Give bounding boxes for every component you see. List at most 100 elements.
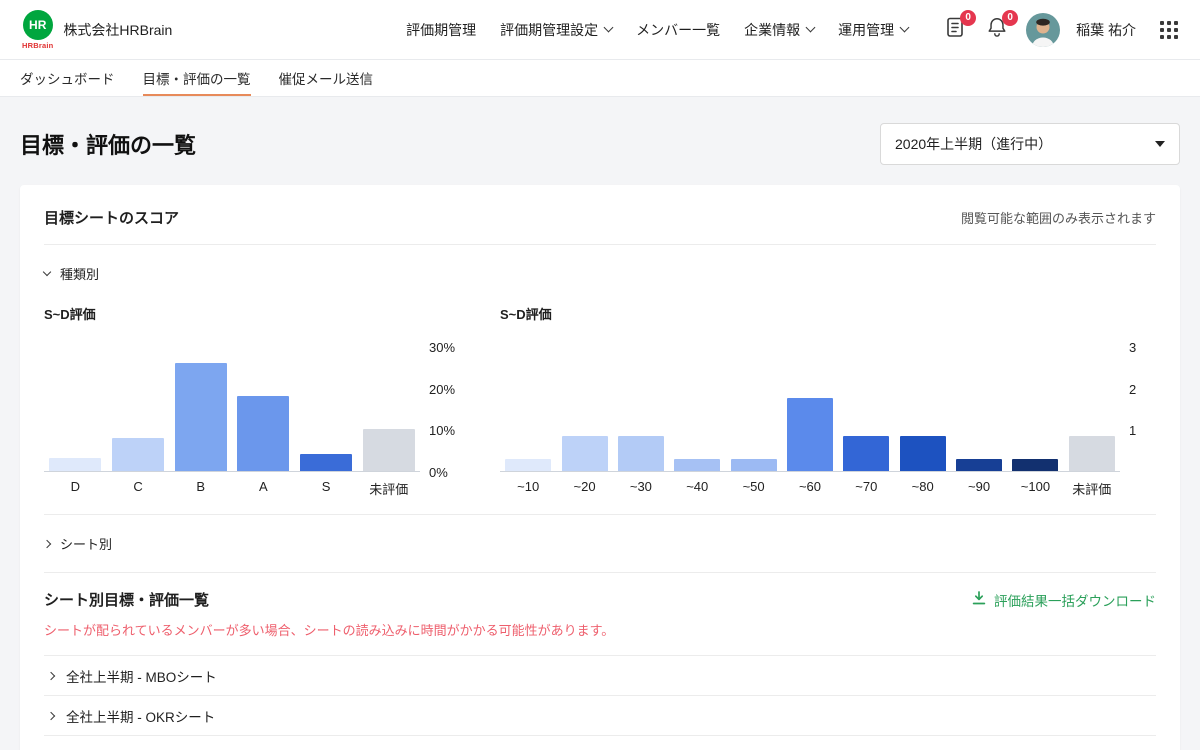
chevron-down-icon [899, 22, 910, 33]
chart-title: S~D評価 [44, 307, 96, 322]
download-link[interactable]: 評価結果一括ダウンロード [971, 590, 1156, 610]
main-nav-item[interactable]: 運用管理 [838, 20, 910, 40]
main-nav-item[interactable]: 評価期管理設定 [500, 20, 614, 40]
chevron-down-icon [42, 267, 52, 276]
chart-category-label: D [70, 479, 81, 494]
chart-plot [500, 347, 1120, 472]
charts-area: S~D評価 D C B A S 未評価 0% 10% 20% 30% S~D評価 ~10 ~20 ~30 ~4… [44, 304, 1156, 498]
bar-chart: S~D評価 ~10 ~20 ~30 ~40 ~50 ~60 ~70 ~80 ~90 ~100 未評価 1… [500, 304, 1156, 498]
by-type-toggle[interactable]: 種類別 [42, 261, 1156, 286]
tasks-button[interactable]: 0 [942, 9, 977, 43]
chart-ytick-label: 3 [1129, 340, 1137, 355]
chart-bar [1012, 459, 1059, 471]
avatar[interactable] [1026, 12, 1061, 47]
chart-ytick-label: 2 [1129, 381, 1137, 397]
chart-category-label: ~30 [629, 479, 652, 494]
chart-bar [300, 454, 353, 471]
chart-bar [730, 459, 777, 471]
chevron-right-icon [46, 671, 56, 680]
user-name: 稲葉 祐介 [1076, 21, 1136, 38]
chart-bar [899, 436, 946, 471]
notifications-badge: 0 [1002, 9, 1019, 26]
chart-bar [174, 363, 227, 471]
chart-category-label: ~50 [742, 479, 765, 494]
score-card: 目標シートのスコア 閲覧可能な範囲のみ表示されます 種類別 S~D評価 D C B A S… [20, 185, 1180, 750]
subnav-item[interactable]: ダッシュボード [20, 60, 115, 96]
chart-category-label: ~20 [573, 479, 596, 494]
chart-bar [843, 436, 890, 471]
divider [44, 572, 1156, 573]
main-nav-item-label: 評価期管理 [406, 21, 477, 38]
sheet-list-title: シート別目標・評価一覧 [44, 592, 210, 609]
chart-category-label: ~10 [517, 479, 540, 494]
main-nav-item[interactable]: 企業情報 [744, 20, 816, 40]
main-nav: 評価期管理 評価期管理設定 メンバー一覧 企業情報 運用管理 [406, 20, 910, 40]
bar-chart: S~D評価 D C B A S 未評価 0% 10% 20% 30% [44, 304, 456, 498]
chart-y-axis: 0% 10% 20% 30% [420, 340, 456, 480]
chart-ytick-label: 0% [429, 465, 448, 480]
sheet-row-label: 全社上半期 - MBOシート [66, 669, 217, 685]
chart-bar [1068, 436, 1115, 471]
sheet-row[interactable]: 全社上半期 - OKRシート [44, 695, 1156, 735]
hrbrain-logo[interactable]: HR HRBrain [22, 9, 54, 50]
chart-plot [44, 347, 420, 472]
header-right: 0 0 稲葉 祐介 [942, 9, 1178, 47]
chevron-right-icon [42, 539, 52, 548]
by-type-label: 種類別 [60, 267, 100, 282]
apps-grid-icon[interactable] [1160, 20, 1178, 39]
chart-y-axis: 1 2 3 [1120, 340, 1156, 472]
by-sheet-label: シート別 [60, 537, 113, 552]
chart-bar [617, 436, 664, 471]
chart-ytick-label: 1 [1129, 423, 1137, 439]
main-nav-item-label: 企業情報 [744, 21, 801, 38]
chart-ytick-label: 20% [429, 381, 456, 397]
caret-down-icon [1155, 141, 1165, 147]
subnav-item[interactable]: 目標・評価の一覧 [142, 60, 251, 96]
subnav: ダッシュボード 目標・評価の一覧 催促メール送信 [0, 60, 1200, 97]
main-nav-item[interactable]: メンバー一覧 [636, 20, 720, 40]
chart-bar [674, 459, 721, 471]
chart-category-label: ~100 [1020, 479, 1051, 494]
by-sheet-toggle[interactable]: シート別 [42, 531, 1156, 556]
sheet-row[interactable]: 全社上半期 - 1on1シート [44, 735, 1156, 750]
chart-category-label: 未評価 [369, 482, 409, 497]
avatar-photo [1026, 12, 1061, 47]
chart-category-label: ~60 [798, 479, 821, 494]
sheet-row-label: 全社上半期 - 1on1シート [66, 746, 216, 750]
score-card-title: 目標シートのスコア [44, 210, 180, 227]
chart-bar [505, 459, 552, 471]
chart-category-label: ~90 [968, 479, 991, 494]
period-select-value: 2020年上半期（進行中） [895, 136, 1053, 152]
page-title: 目標・評価の一覧 [20, 133, 197, 158]
chart-bar [362, 429, 415, 471]
subnav-item[interactable]: 催促メール送信 [279, 60, 374, 96]
chart-category-label: C [133, 479, 143, 494]
main-nav-item[interactable]: 評価期管理 [406, 20, 476, 40]
main-nav-item-label: 評価期管理設定 [500, 21, 599, 38]
score-card-note: 閲覧可能な範囲のみ表示されます [960, 211, 1156, 226]
divider [44, 514, 1156, 515]
notifications-button[interactable]: 0 [984, 9, 1019, 43]
sheet-list-warning: シートが配られているメンバーが多い場合、シートの読み込みに時間がかかる可能性があ… [44, 623, 615, 638]
period-select[interactable]: 2020年上半期（進行中） [880, 123, 1180, 165]
chart-title: S~D評価 [500, 307, 552, 322]
download-label: 評価結果一括ダウンロード [994, 593, 1156, 609]
chart-bar [49, 458, 102, 471]
chart-category-label: B [196, 479, 206, 494]
company-name: 株式会社HRBrain [63, 21, 173, 38]
main-nav-item-label: 運用管理 [838, 21, 895, 38]
chart-category-label: ~70 [855, 479, 878, 494]
chart-category-label: 未評価 [1072, 482, 1112, 497]
page-head: 目標・評価の一覧 2020年上半期（進行中） [0, 97, 1200, 185]
app-header: HR HRBrain 株式会社HRBrain 評価期管理 評価期管理設定 メンバー一… [0, 0, 1200, 60]
chart-category-label: A [259, 479, 268, 494]
chevron-down-icon [805, 22, 816, 33]
chart-bar [112, 438, 164, 471]
sheet-row[interactable]: 全社上半期 - MBOシート [44, 655, 1156, 695]
divider [44, 244, 1156, 245]
download-icon [971, 590, 987, 609]
hrbrain-logo-word: HRBrain [22, 40, 54, 50]
chart-bar [237, 396, 290, 471]
chevron-right-icon [46, 711, 56, 720]
hrbrain-logo-mark: HR [22, 9, 53, 40]
